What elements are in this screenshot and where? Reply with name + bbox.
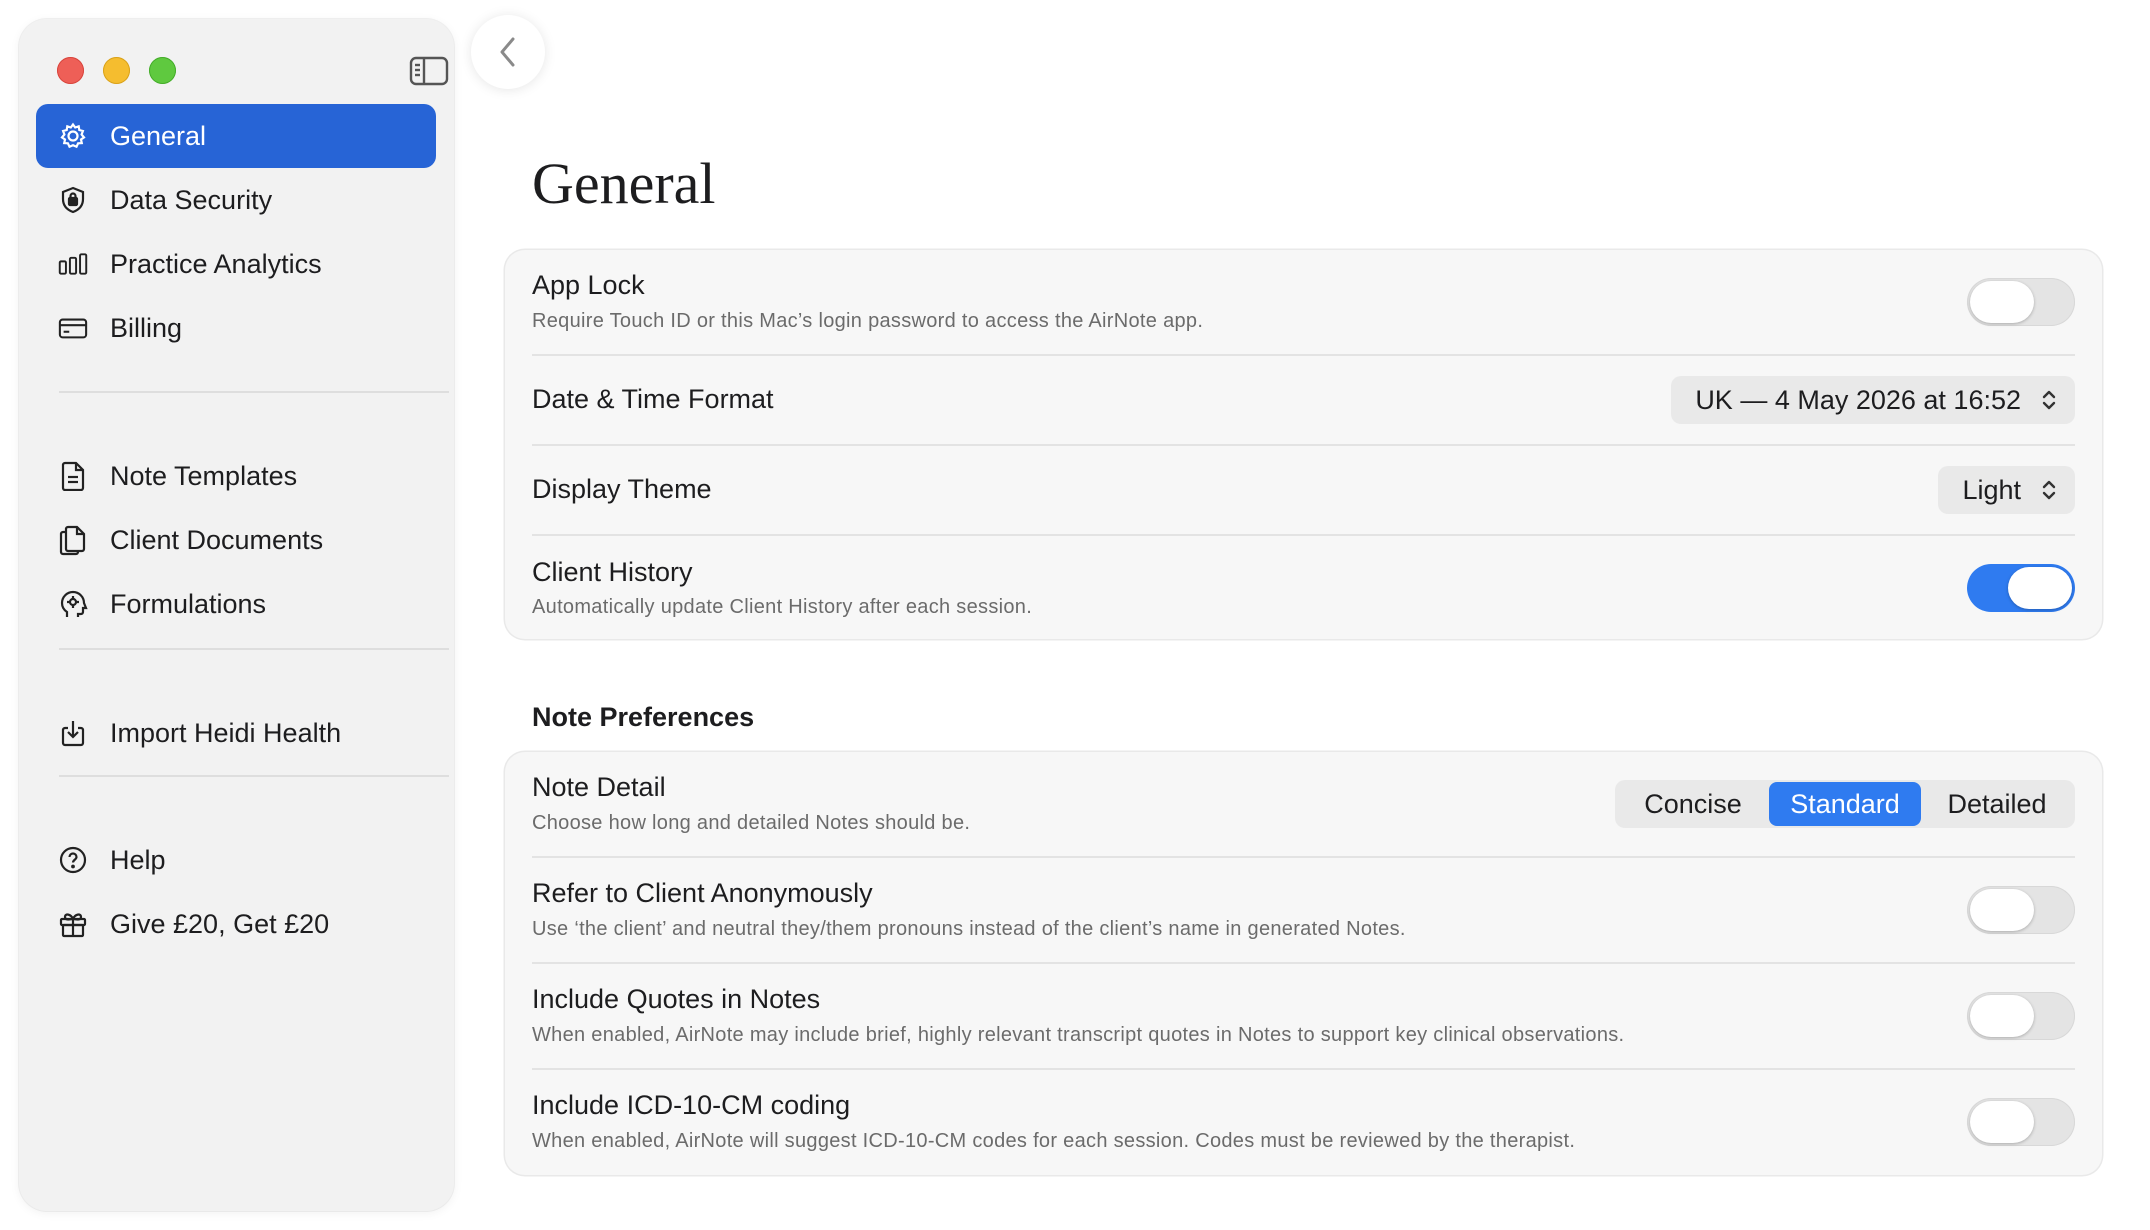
page-title: General bbox=[532, 151, 716, 216]
sidebar-item-client-documents[interactable]: Client Documents bbox=[36, 508, 436, 572]
import-icon bbox=[58, 718, 88, 748]
sidebar-item-label: General bbox=[110, 120, 207, 151]
sidebar-item-import-heidi-health[interactable]: Import Heidi Health bbox=[36, 701, 436, 765]
date-time-format-select[interactable]: UK — 4 May 2026 at 16:52 bbox=[1671, 376, 2075, 424]
bar-chart-icon bbox=[58, 249, 88, 279]
select-value: Light bbox=[1962, 474, 2021, 505]
segment-detailed[interactable]: Detailed bbox=[1921, 782, 2073, 826]
zoom-window-button[interactable] bbox=[149, 57, 176, 84]
sidebar-primary-nav: General Data Security Practice Analytics… bbox=[36, 104, 436, 360]
sidebar-item-data-security[interactable]: Data Security bbox=[36, 168, 436, 232]
document-icon bbox=[58, 461, 88, 491]
display-theme-select[interactable]: Light bbox=[1938, 466, 2075, 514]
sidebar-item-label: Give £20, Get £20 bbox=[110, 908, 330, 939]
credit-card-icon bbox=[58, 313, 88, 343]
sidebar-item-label: Import Heidi Health bbox=[110, 717, 342, 748]
setting-title: Note Detail bbox=[532, 772, 666, 802]
app-window: General Data Security Practice Analytics… bbox=[0, 0, 2150, 1230]
include-icd-toggle[interactable] bbox=[1967, 1098, 2075, 1146]
chevron-left-icon bbox=[500, 37, 515, 67]
sidebar-divider bbox=[59, 391, 449, 393]
sidebar-tertiary-nav: Import Heidi Health bbox=[36, 701, 436, 765]
setting-include-quotes: Include Quotes in Notes When enabled, Ai… bbox=[532, 964, 2075, 1068]
sidebar-item-label: Billing bbox=[110, 312, 183, 343]
shield-lock-icon bbox=[58, 185, 88, 215]
sidebar-item-note-templates[interactable]: Note Templates bbox=[36, 444, 436, 508]
sidebar-item-label: Client Documents bbox=[110, 524, 324, 555]
setting-subtitle: When enabled, AirNote may include brief,… bbox=[532, 1024, 1625, 1046]
refer-anonymously-toggle[interactable] bbox=[1967, 886, 2075, 934]
sidebar-secondary-nav: Note Templates Client Documents Formulat… bbox=[36, 444, 436, 636]
app-lock-toggle[interactable] bbox=[1967, 278, 2075, 326]
minimize-window-button[interactable] bbox=[103, 57, 130, 84]
select-value: UK — 4 May 2026 at 16:52 bbox=[1695, 384, 2021, 415]
note-preferences-card: Note Detail Choose how long and detailed… bbox=[505, 752, 2102, 1175]
setting-subtitle: Choose how long and detailed Notes shoul… bbox=[532, 812, 971, 834]
setting-include-icd: Include ICD-10-CM coding When enabled, A… bbox=[532, 1070, 2075, 1174]
sidebar-divider bbox=[59, 775, 449, 777]
sidebar-item-practice-analytics[interactable]: Practice Analytics bbox=[36, 232, 436, 296]
setting-note-detail: Note Detail Choose how long and detailed… bbox=[532, 752, 2075, 857]
sidebar-item-referral[interactable]: Give £20, Get £20 bbox=[36, 892, 436, 956]
setting-date-time-format: Date & Time Format UK — 4 May 2026 at 16… bbox=[532, 356, 2075, 444]
segment-concise[interactable]: Concise bbox=[1617, 782, 1769, 826]
sidebar: General Data Security Practice Analytics… bbox=[19, 19, 454, 1211]
setting-title: Include ICD-10-CM coding bbox=[532, 1090, 851, 1120]
setting-subtitle: Automatically update Client History afte… bbox=[532, 596, 1033, 618]
setting-client-history: Client History Automatically update Clie… bbox=[532, 536, 2075, 638]
setting-subtitle: Use ‘the client’ and neutral they/them p… bbox=[532, 918, 1406, 940]
documents-icon bbox=[58, 525, 88, 556]
question-circle-icon bbox=[58, 845, 88, 875]
general-settings-card: App Lock Require Touch ID or this Mac’s … bbox=[505, 250, 2102, 639]
sidebar-item-label: Note Templates bbox=[110, 460, 298, 491]
setting-title: Refer to Client Anonymously bbox=[532, 878, 873, 908]
sidebar-toggle-icon[interactable] bbox=[409, 55, 449, 87]
gift-icon bbox=[58, 909, 88, 939]
sidebar-item-label: Practice Analytics bbox=[110, 248, 322, 279]
sidebar-item-label: Help bbox=[110, 844, 166, 875]
setting-title: App Lock bbox=[532, 270, 645, 300]
sidebar-item-help[interactable]: Help bbox=[36, 828, 436, 892]
sidebar-item-formulations[interactable]: Formulations bbox=[36, 572, 436, 636]
sidebar-item-general[interactable]: General bbox=[36, 104, 436, 168]
note-detail-segmented-control: Concise Standard Detailed bbox=[1615, 780, 2075, 828]
sidebar-item-billing[interactable]: Billing bbox=[36, 296, 436, 360]
gear-icon bbox=[58, 121, 88, 151]
section-heading-note-preferences: Note Preferences bbox=[532, 702, 755, 732]
sidebar-divider bbox=[59, 648, 449, 650]
setting-title: Date & Time Format bbox=[532, 384, 774, 414]
setting-title: Display Theme bbox=[532, 474, 712, 504]
sidebar-item-label: Data Security bbox=[110, 184, 273, 215]
setting-refer-anonymously: Refer to Client Anonymously Use ‘the cli… bbox=[532, 858, 2075, 962]
back-button[interactable] bbox=[471, 15, 545, 89]
head-icon bbox=[58, 589, 88, 619]
include-quotes-toggle[interactable] bbox=[1967, 992, 2075, 1040]
chevron-up-down-icon bbox=[2041, 388, 2057, 412]
setting-app-lock: App Lock Require Touch ID or this Mac’s … bbox=[532, 250, 2075, 355]
close-window-button[interactable] bbox=[57, 57, 84, 84]
chevron-up-down-icon bbox=[2041, 478, 2057, 502]
setting-title: Include Quotes in Notes bbox=[532, 984, 821, 1014]
setting-subtitle: Require Touch ID or this Mac’s login pas… bbox=[532, 310, 1204, 332]
setting-title: Client History bbox=[532, 557, 693, 587]
sidebar-footer-nav: Help Give £20, Get £20 bbox=[36, 828, 436, 956]
sidebar-item-label: Formulations bbox=[110, 588, 267, 619]
setting-display-theme: Display Theme Light bbox=[532, 446, 2075, 534]
segment-standard[interactable]: Standard bbox=[1769, 782, 1921, 826]
setting-subtitle: When enabled, AirNote will suggest ICD-1… bbox=[532, 1130, 1576, 1152]
client-history-toggle[interactable] bbox=[1967, 564, 2075, 612]
